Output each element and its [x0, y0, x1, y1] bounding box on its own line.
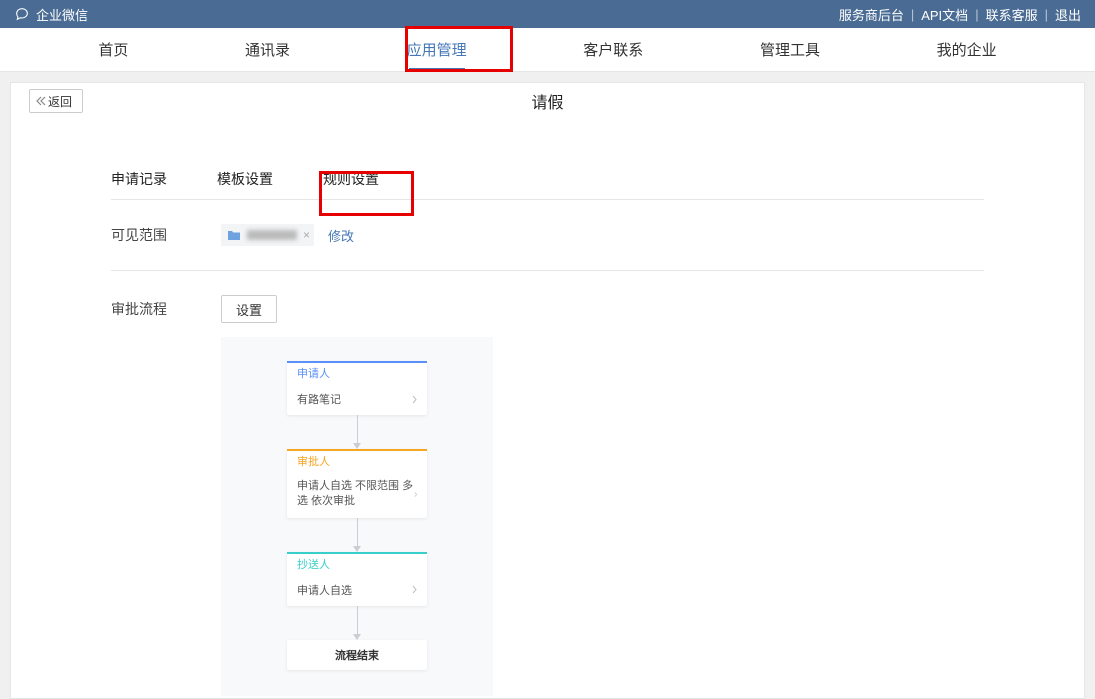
modify-link[interactable]: 修改 — [328, 226, 354, 245]
flow-cc[interactable]: 抄送人 申请人自选 — [287, 552, 427, 606]
tab-rules[interactable]: 规则设置 — [323, 169, 379, 189]
page-title: 请假 — [11, 89, 1084, 113]
flow-applicant-body: 有路笔记 — [297, 391, 341, 407]
nav-apps[interactable]: 应用管理 — [387, 28, 487, 71]
flow-applicant[interactable]: 申请人 有路笔记 — [287, 361, 427, 415]
nav-customer[interactable]: 客户联系 — [563, 28, 663, 71]
tab-template[interactable]: 模板设置 — [217, 169, 273, 189]
visible-scope-label: 可见范围 — [111, 225, 221, 245]
nav-tools[interactable]: 管理工具 — [740, 28, 840, 71]
scope-chip-remove[interactable]: × — [303, 228, 310, 242]
subtabs: 申请记录 模板设置 规则设置 — [111, 169, 984, 200]
chevron-right-icon — [412, 585, 417, 594]
topbar: 企业微信 服务商后台| API文档| 联系客服| 退出 — [0, 0, 1095, 28]
scope-chip: × — [221, 224, 314, 246]
main-nav: 首页 通讯录 应用管理 客户联系 管理工具 我的企业 — [0, 28, 1095, 72]
nav-contacts[interactable]: 通讯录 — [225, 28, 310, 71]
top-links: 服务商后台| API文档| 联系客服| 退出 — [839, 5, 1081, 24]
link-logout[interactable]: 退出 — [1055, 5, 1081, 24]
tab-records[interactable]: 申请记录 — [111, 169, 167, 189]
approval-label: 审批流程 — [111, 299, 221, 319]
link-provider[interactable]: 服务商后台 — [839, 5, 904, 24]
scope-chip-name — [247, 230, 297, 240]
arrow-down-icon — [353, 443, 361, 449]
flow-applicant-title: 申请人 — [287, 361, 427, 383]
settings-button[interactable]: 设置 — [221, 295, 277, 323]
brand: 企业微信 — [14, 5, 88, 24]
chevron-right-icon — [412, 395, 417, 404]
flow-end: 流程结束 — [287, 640, 427, 670]
folder-icon — [227, 229, 241, 241]
flow-cc-title: 抄送人 — [287, 552, 427, 574]
link-support[interactable]: 联系客服 — [986, 5, 1038, 24]
brand-text: 企业微信 — [36, 5, 88, 24]
back-button[interactable]: 返回 — [29, 89, 83, 113]
arrow-down-icon — [353, 546, 361, 552]
nav-enterprise[interactable]: 我的企业 — [917, 28, 1017, 71]
flow-approver[interactable]: 审批人 申请人自选 不限范围 多选 依次审批 — [287, 449, 427, 518]
page-card: 返回 请假 申请记录 模板设置 规则设置 可见范围 × 修改 审批流程 — [10, 82, 1085, 699]
arrow-down-icon — [353, 634, 361, 640]
flow-cc-body: 申请人自选 — [297, 582, 352, 598]
chevron-right-icon — [414, 490, 417, 499]
brand-icon — [14, 6, 30, 22]
flow-diagram: 申请人 有路笔记 审批人 申请人自选 不限范围 多选 依次审批 抄送人 申请人自… — [221, 337, 493, 696]
link-api[interactable]: API文档 — [921, 5, 968, 24]
flow-approver-title: 审批人 — [287, 449, 427, 471]
flow-approver-body: 申请人自选 不限范围 多选 依次审批 — [297, 479, 414, 510]
chevron-double-left-icon — [36, 96, 46, 106]
nav-home[interactable]: 首页 — [78, 28, 148, 71]
